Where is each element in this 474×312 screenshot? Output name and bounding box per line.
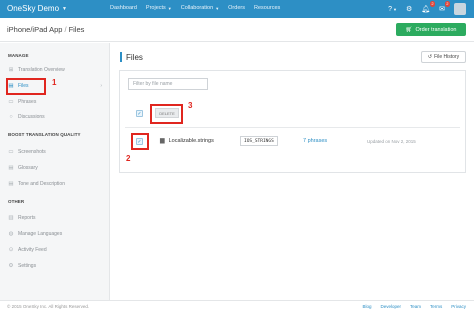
- sidebar-item-glossary[interactable]: ▤ Glossary: [8, 163, 106, 173]
- nav-orders-label: Orders: [228, 5, 245, 11]
- file-history-button[interactable]: ↺ File History: [421, 51, 466, 63]
- order-translation-label: Order translation: [415, 26, 457, 33]
- sidebar-item-activity[interactable]: ⊙ Activity Feed: [8, 245, 106, 255]
- sidebar-item-label: Screenshots: [18, 149, 46, 155]
- breadcrumb-separator: /: [64, 25, 67, 34]
- page-title: Files: [120, 52, 143, 62]
- sidebar-item-discussions[interactable]: ○ Discussions: [8, 112, 106, 122]
- chevron-down-icon: ▼: [62, 5, 67, 12]
- chevron-right-icon: ›: [100, 83, 102, 89]
- sidebar-item-label: Phrases: [18, 99, 37, 105]
- breadcrumb: iPhone/iPad App / Files: [7, 25, 84, 34]
- overview-icon: ⊞: [8, 67, 14, 73]
- breadcrumb-project[interactable]: iPhone/iPad App: [7, 25, 62, 34]
- nav-orders[interactable]: Orders: [228, 5, 245, 11]
- sidebar-item-label: Activity Feed: [18, 247, 47, 253]
- footer-link-developer[interactable]: Developer: [380, 304, 401, 309]
- file-name-text: Localizable.strings: [168, 137, 214, 144]
- title-accent-bar: [120, 52, 122, 62]
- select-all-checkbox[interactable]: ✓: [136, 110, 143, 117]
- footer-link-terms[interactable]: Terms: [430, 304, 442, 309]
- table-divider: [125, 127, 460, 128]
- message-badge: 2: [444, 1, 450, 7]
- help-icon[interactable]: ? ▼: [388, 6, 397, 13]
- sidebar-item-label: Reports: [18, 215, 36, 221]
- sidebar-section-other: OTHER: [8, 199, 25, 204]
- cart-icon: 🛒︎: [405, 26, 413, 33]
- nav-resources-label: Resources: [253, 5, 281, 11]
- annotation-number-1: 1: [52, 78, 57, 87]
- tone-icon: ▤: [8, 181, 14, 187]
- file-filter-input[interactable]: Filter by file name: [128, 78, 208, 90]
- nav-resources[interactable]: Resources: [254, 5, 280, 11]
- sidebar-item-settings[interactable]: ⚙ Settings: [8, 261, 106, 271]
- sidebar-item-languages[interactable]: ◍ Manage Languages: [8, 229, 106, 239]
- brand-menu[interactable]: OneSky Demo ▼: [7, 4, 67, 13]
- sidebar-item-label: Manage Languages: [18, 231, 63, 237]
- annotation-number-3: 3: [188, 101, 193, 110]
- brand-name: OneSky Demo: [7, 4, 60, 13]
- screenshot-icon: ▭: [8, 149, 14, 155]
- footer-link-team[interactable]: Team: [410, 304, 421, 309]
- navbar-actions: ? ▼ ⚙ 🔔︎ 2 ✉ 2: [388, 1, 466, 15]
- bell-icon[interactable]: 🔔︎ 2: [421, 1, 436, 13]
- copyright-text: © 2015 OneSky Inc. All Rights Reserved.: [7, 304, 90, 309]
- gear-icon: ⚙: [8, 263, 14, 269]
- sidebar-item-label: Tone and Description: [18, 181, 65, 187]
- mail-icon[interactable]: ✉ 2: [439, 1, 450, 13]
- activity-icon: ⊙: [8, 247, 14, 253]
- page-title-text: Files: [126, 52, 143, 62]
- sidebar-item-tone[interactable]: ▤ Tone and Description: [8, 179, 106, 189]
- chevron-down-icon: ▼: [215, 5, 220, 11]
- discussion-icon: ○: [9, 114, 13, 120]
- nav-collaboration-label: Collaboration: [180, 5, 214, 11]
- project-header: iPhone/iPad App / Files 🛒︎ Order translati…: [0, 18, 474, 42]
- footer-link-blog[interactable]: Blog: [362, 304, 371, 309]
- sidebar-item-reports[interactable]: ▥ Reports: [8, 213, 106, 223]
- sidebar-item-label: Translation Overview: [18, 67, 65, 73]
- file-row-name[interactable]: ▆ Localizable.strings: [160, 137, 214, 145]
- sidebar-item-phrases[interactable]: ▭ Phrases: [8, 97, 106, 107]
- nav-collaboration[interactable]: Collaboration ▼: [181, 5, 219, 11]
- nav-dashboard[interactable]: Dashboard: [110, 5, 137, 11]
- nav-projects-label: Projects: [145, 5, 166, 11]
- gear-icon[interactable]: ⚙: [406, 5, 412, 13]
- notification-badge: 2: [429, 1, 436, 7]
- sidebar-section-boost: BOOST TRANSLATION QUALITY: [8, 132, 81, 137]
- nav-projects[interactable]: Projects ▼: [146, 5, 172, 11]
- globe-icon: ◍: [8, 231, 14, 237]
- top-navbar: OneSky Demo ▼ Dashboard Projects ▼ Collab…: [0, 0, 474, 18]
- annotation-number-2: 2: [126, 154, 131, 163]
- file-history-label: File History: [434, 54, 460, 60]
- reports-icon: ▥: [8, 215, 14, 221]
- file-updated-date: Updated on Nov 2, 2015: [367, 139, 416, 144]
- main-nav: Dashboard Projects ▼ Collaboration ▼ Order…: [110, 5, 280, 11]
- sidebar-section-manage: MANAGE: [8, 53, 29, 58]
- annotation-box-2: [131, 133, 149, 150]
- check-icon: ✓: [137, 110, 142, 117]
- sidebar-item-label: Discussions: [18, 114, 45, 120]
- footer-links: Blog Developer Team Terms Privacy: [362, 304, 466, 309]
- glossary-icon: ▤: [8, 165, 14, 171]
- annotation-box-1: [6, 78, 46, 95]
- footer: © 2015 OneSky Inc. All Rights Reserved. …: [0, 300, 474, 312]
- sidebar-item-screenshots[interactable]: ▭ Screenshots: [8, 147, 106, 157]
- chevron-down-icon: ▼: [167, 5, 172, 11]
- footer-link-privacy[interactable]: Privacy: [451, 304, 466, 309]
- sidebar-item-translation-overview[interactable]: ⊞ Translation Overview: [8, 65, 106, 75]
- breadcrumb-page: Files: [68, 25, 85, 34]
- filter-placeholder: Filter by file name: [133, 81, 173, 87]
- history-icon: ↺: [427, 54, 433, 60]
- sidebar-item-label: Glossary: [18, 165, 38, 171]
- file-format-badge: IOS_STRINGS: [240, 136, 278, 146]
- annotation-box-3: [150, 104, 183, 124]
- nav-dashboard-label: Dashboard: [110, 5, 137, 11]
- avatar[interactable]: [454, 3, 466, 15]
- document-icon: ▆: [160, 138, 165, 144]
- phrases-link[interactable]: 7 phrases: [303, 138, 327, 144]
- phrases-icon: ▭: [8, 99, 14, 105]
- order-translation-button[interactable]: 🛒︎ Order translation: [396, 23, 466, 36]
- sidebar-item-label: Settings: [18, 263, 37, 269]
